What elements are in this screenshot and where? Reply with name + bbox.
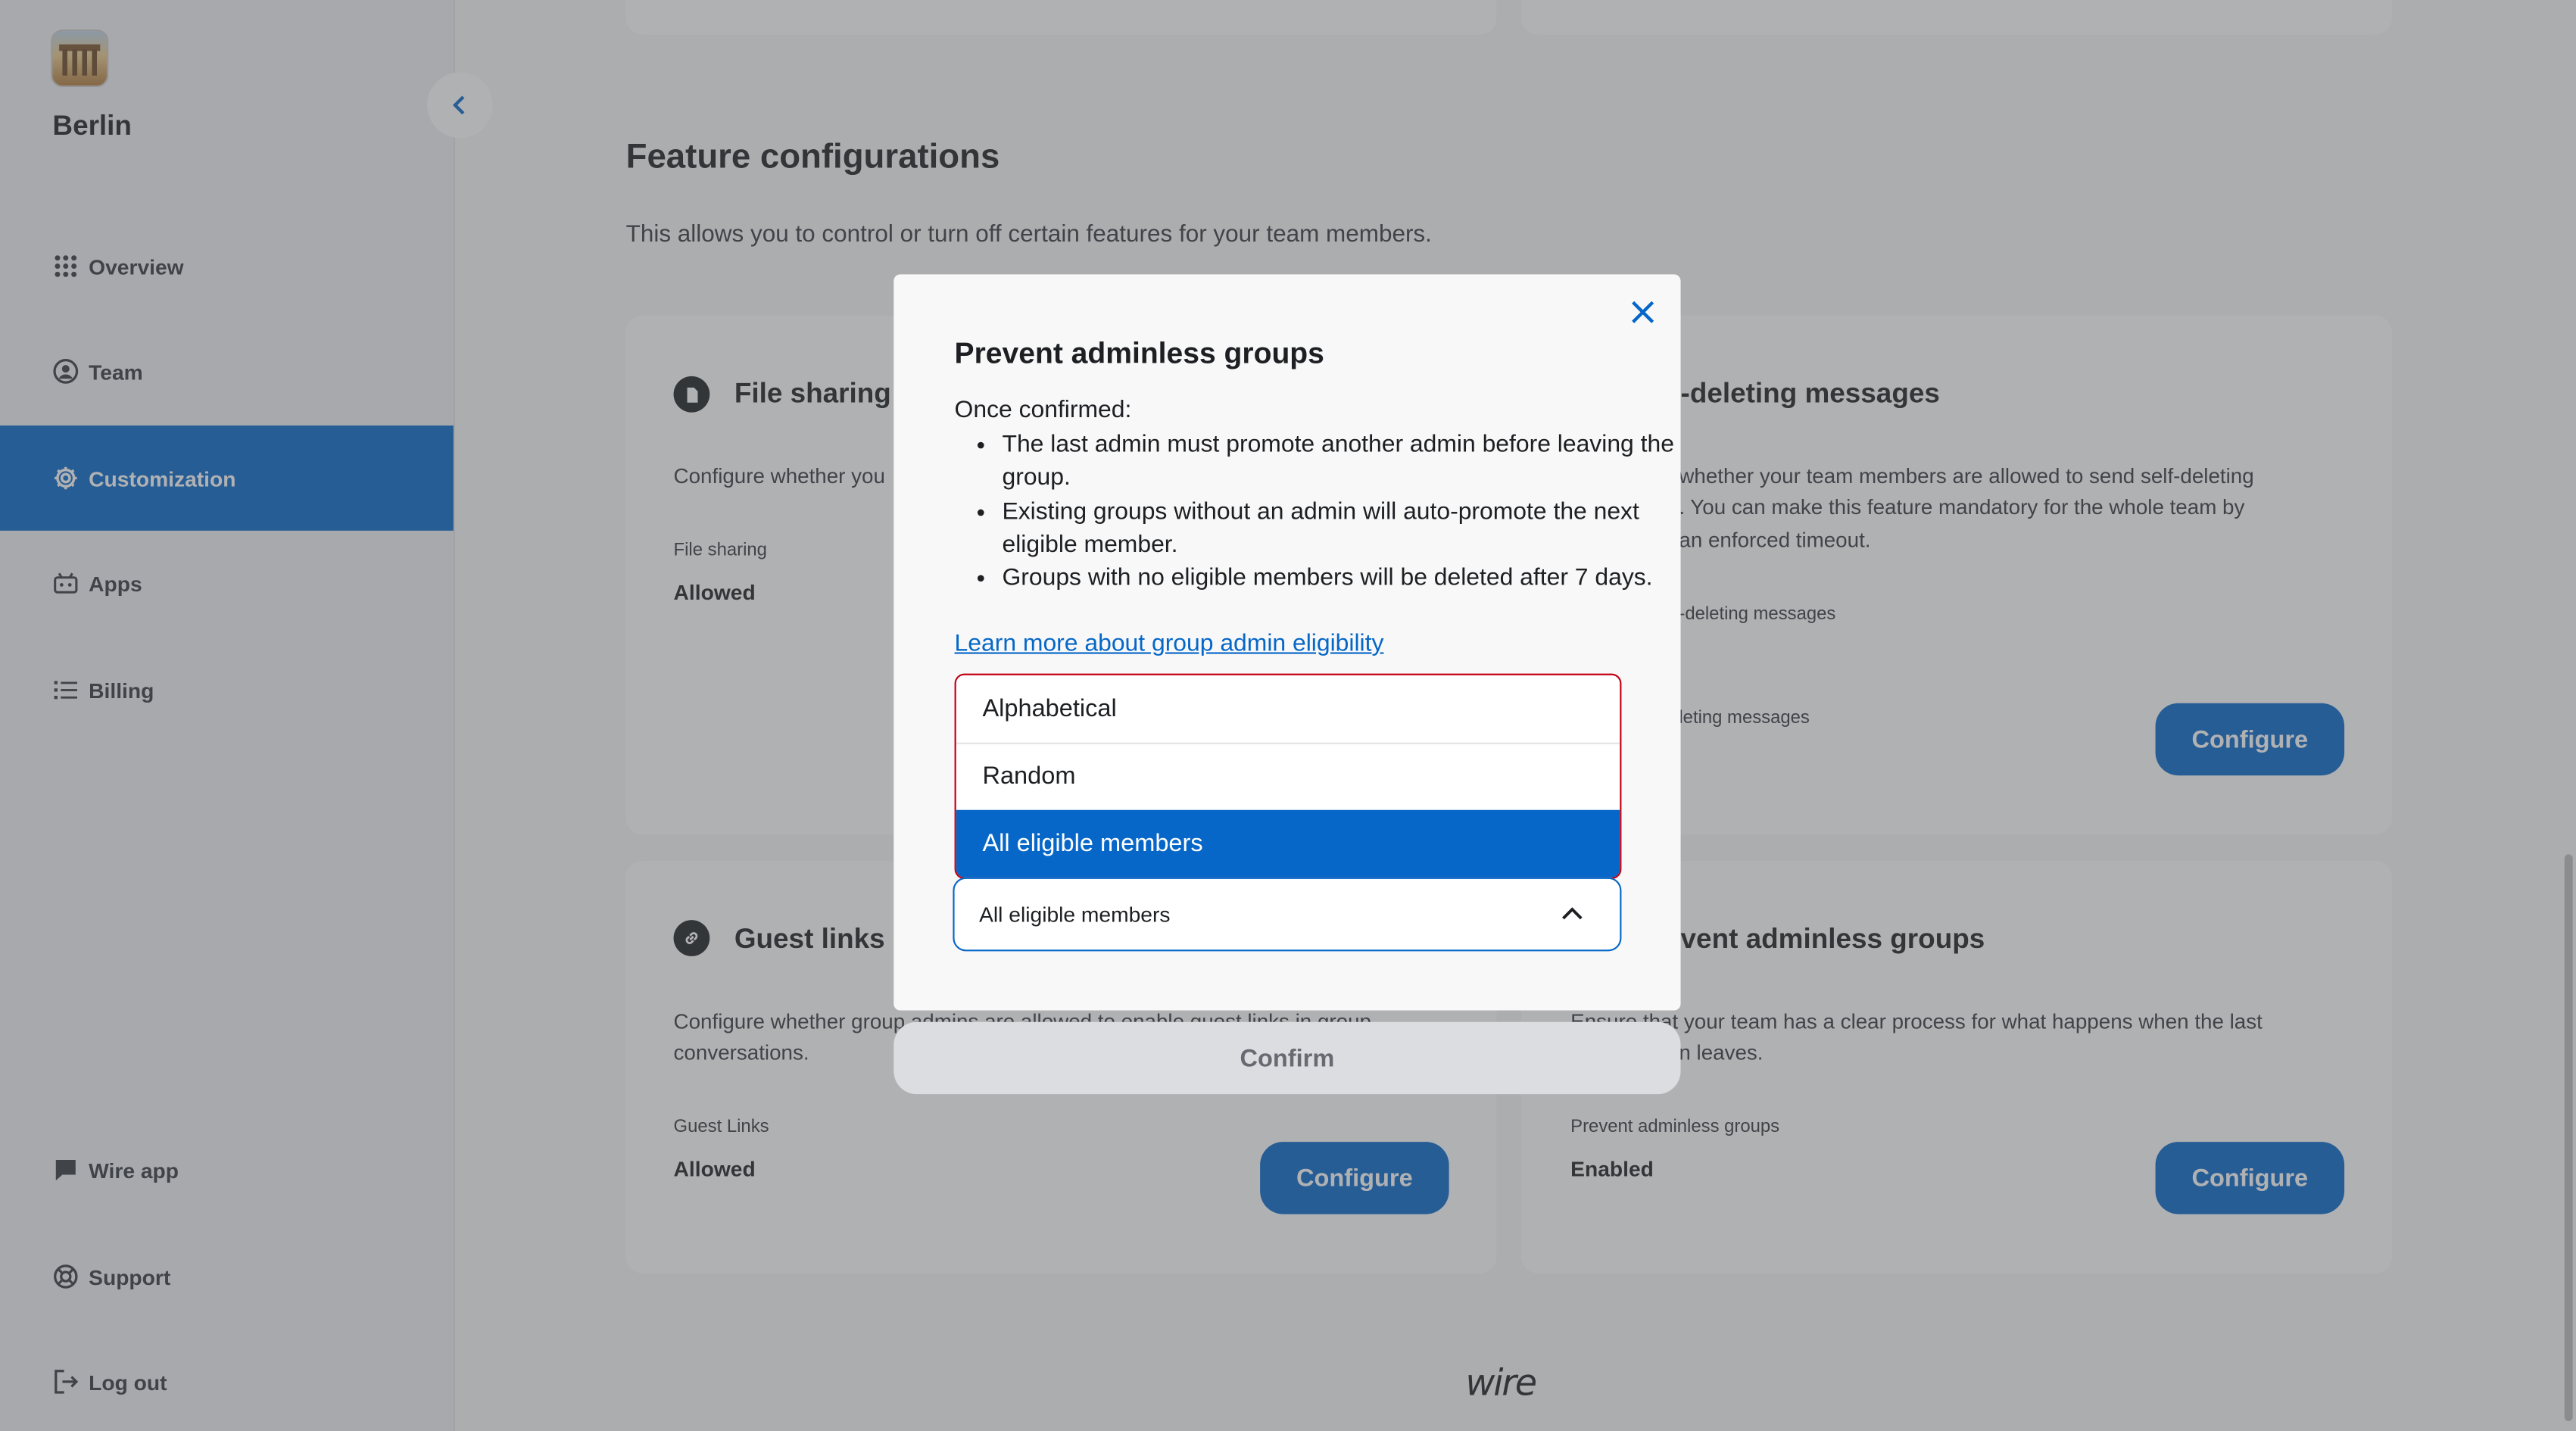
option-label: Alphabetical <box>982 694 1117 723</box>
option-label: Random <box>982 762 1076 790</box>
modal-intro: Once confirmed: <box>954 398 1132 424</box>
prevent-adminless-modal: Prevent adminless groups Once confirmed:… <box>893 274 1681 1011</box>
modal-title: Prevent adminless groups <box>954 336 1324 370</box>
scrollbar[interactable] <box>2564 854 2573 1421</box>
chevron-up-icon <box>1562 907 1583 920</box>
learn-more-link[interactable]: Learn more about group admin eligibility <box>955 631 1384 657</box>
app-root: Berlin Overview Team Customization Apps <box>0 0 2576 1431</box>
modal-bullet: Groups with no eligible members will be … <box>1002 563 1676 596</box>
select-value: All eligible members <box>979 902 1171 927</box>
confirm-button[interactable]: Confirm <box>893 1021 1681 1095</box>
option-alphabetical[interactable]: Alphabetical <box>956 675 1620 744</box>
modal-bullet-list: The last admin must promote another admi… <box>955 429 1676 595</box>
promotion-select[interactable]: All eligible members <box>953 877 1622 952</box>
modal-bullet: Existing groups without an admin will au… <box>1002 495 1676 562</box>
option-all-eligible-members[interactable]: All eligible members <box>956 809 1620 878</box>
close-button[interactable] <box>1625 294 1661 330</box>
dropdown-options: Alphabetical Random All eligible members <box>954 673 1622 879</box>
modal-bullet: The last admin must promote another admi… <box>1002 429 1676 495</box>
close-icon <box>1632 301 1654 323</box>
option-label: All eligible members <box>982 829 1203 858</box>
option-random[interactable]: Random <box>956 743 1620 812</box>
